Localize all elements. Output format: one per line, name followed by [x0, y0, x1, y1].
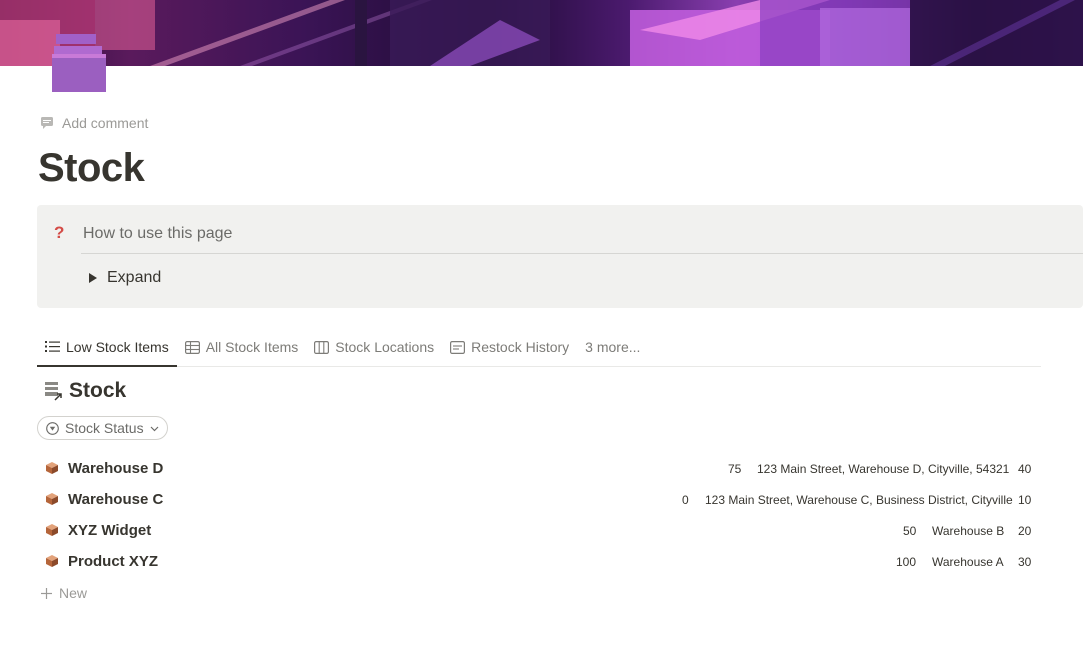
new-item-button[interactable]: New — [40, 585, 87, 601]
tab-all-stock-items[interactable]: All Stock Items — [177, 328, 307, 366]
cover-art — [0, 0, 1083, 66]
page-icon[interactable] — [52, 30, 106, 92]
list-item[interactable]: Warehouse D 75 123 Main Street, Warehous… — [37, 453, 1041, 484]
item-threshold: 20 — [1018, 523, 1032, 538]
question-mark-icon: ? — [54, 223, 65, 242]
item-location: 123 Main Street, Warehouse C, Business D… — [705, 492, 1013, 507]
package-icon — [46, 524, 58, 536]
tab-label: Restock History — [471, 339, 570, 355]
tab-low-stock-items[interactable]: Low Stock Items — [37, 328, 177, 367]
add-comment-label: Add comment — [62, 115, 149, 131]
stock-list: Warehouse D 75 123 Main Street, Warehous… — [37, 453, 1041, 577]
item-quantity: 0 — [682, 492, 689, 507]
comment-icon — [41, 117, 53, 129]
database-title[interactable]: Stock — [44, 379, 126, 403]
item-location: Warehouse A — [932, 554, 1004, 569]
list-item[interactable]: Warehouse C 0 123 Main Street, Warehouse… — [37, 484, 1041, 515]
item-name: Product XYZ — [68, 553, 159, 570]
plus-icon — [41, 587, 52, 599]
callout-heading[interactable]: How to use this page — [83, 225, 232, 243]
item-quantity: 100 — [896, 554, 917, 569]
item-threshold: 10 — [1018, 492, 1032, 507]
add-comment-button[interactable]: Add comment — [40, 115, 148, 131]
package-icon — [46, 493, 58, 505]
item-name: Warehouse D — [68, 460, 164, 477]
stock-status-filter[interactable]: Stock Status — [37, 416, 168, 440]
item-location: Warehouse B — [932, 523, 1005, 538]
list-item[interactable]: XYZ Widget 50 Warehouse B 20 — [37, 515, 1041, 546]
expand-toggle-label: Expand — [107, 269, 162, 286]
item-threshold: 40 — [1018, 461, 1032, 476]
item-quantity: 50 — [903, 523, 917, 538]
item-quantity: 75 — [728, 461, 742, 476]
tab-more-views[interactable]: 3 more... — [577, 328, 648, 366]
item-location: 123 Main Street, Warehouse D, Cityville,… — [757, 461, 1010, 476]
table-icon — [184, 340, 200, 354]
tab-restock-history[interactable]: Restock History — [442, 328, 577, 366]
list-icon — [45, 341, 60, 352]
item-threshold: 30 — [1018, 554, 1032, 569]
how-to-callout: ? How to use this page Expand — [37, 205, 1083, 308]
database-title-label: Stock — [69, 379, 127, 402]
cover-image[interactable] — [0, 0, 1083, 66]
tab-stock-locations[interactable]: Stock Locations — [306, 328, 442, 366]
package-icon — [46, 462, 58, 474]
item-name: Warehouse C — [68, 491, 164, 508]
package-icon — [46, 555, 58, 567]
filter-label: Stock Status — [65, 420, 144, 436]
expand-toggle[interactable]: Expand — [89, 269, 161, 287]
triangle-right-icon[interactable] — [89, 273, 97, 283]
callout-divider — [81, 253, 1083, 254]
page-title[interactable]: Stock — [38, 146, 145, 191]
list-item[interactable]: Product XYZ 100 Warehouse A 30 — [37, 546, 1041, 577]
tab-label: All Stock Items — [205, 339, 299, 355]
new-item-label: New — [59, 585, 88, 601]
tab-label: 3 more... — [585, 339, 641, 355]
linked-database-icon — [45, 382, 62, 401]
filter-icon — [46, 421, 59, 435]
tab-label: Stock Locations — [335, 339, 435, 355]
calendar-icon — [450, 340, 466, 354]
tab-label: Low Stock Items — [66, 338, 169, 355]
item-name: XYZ Widget — [68, 522, 152, 539]
view-tabs: Low Stock Items All Stock Items Stock Lo… — [37, 328, 1041, 367]
chevron-down-icon — [150, 426, 159, 431]
board-icon — [314, 340, 330, 354]
stacked-boxes-icon — [52, 34, 106, 92]
